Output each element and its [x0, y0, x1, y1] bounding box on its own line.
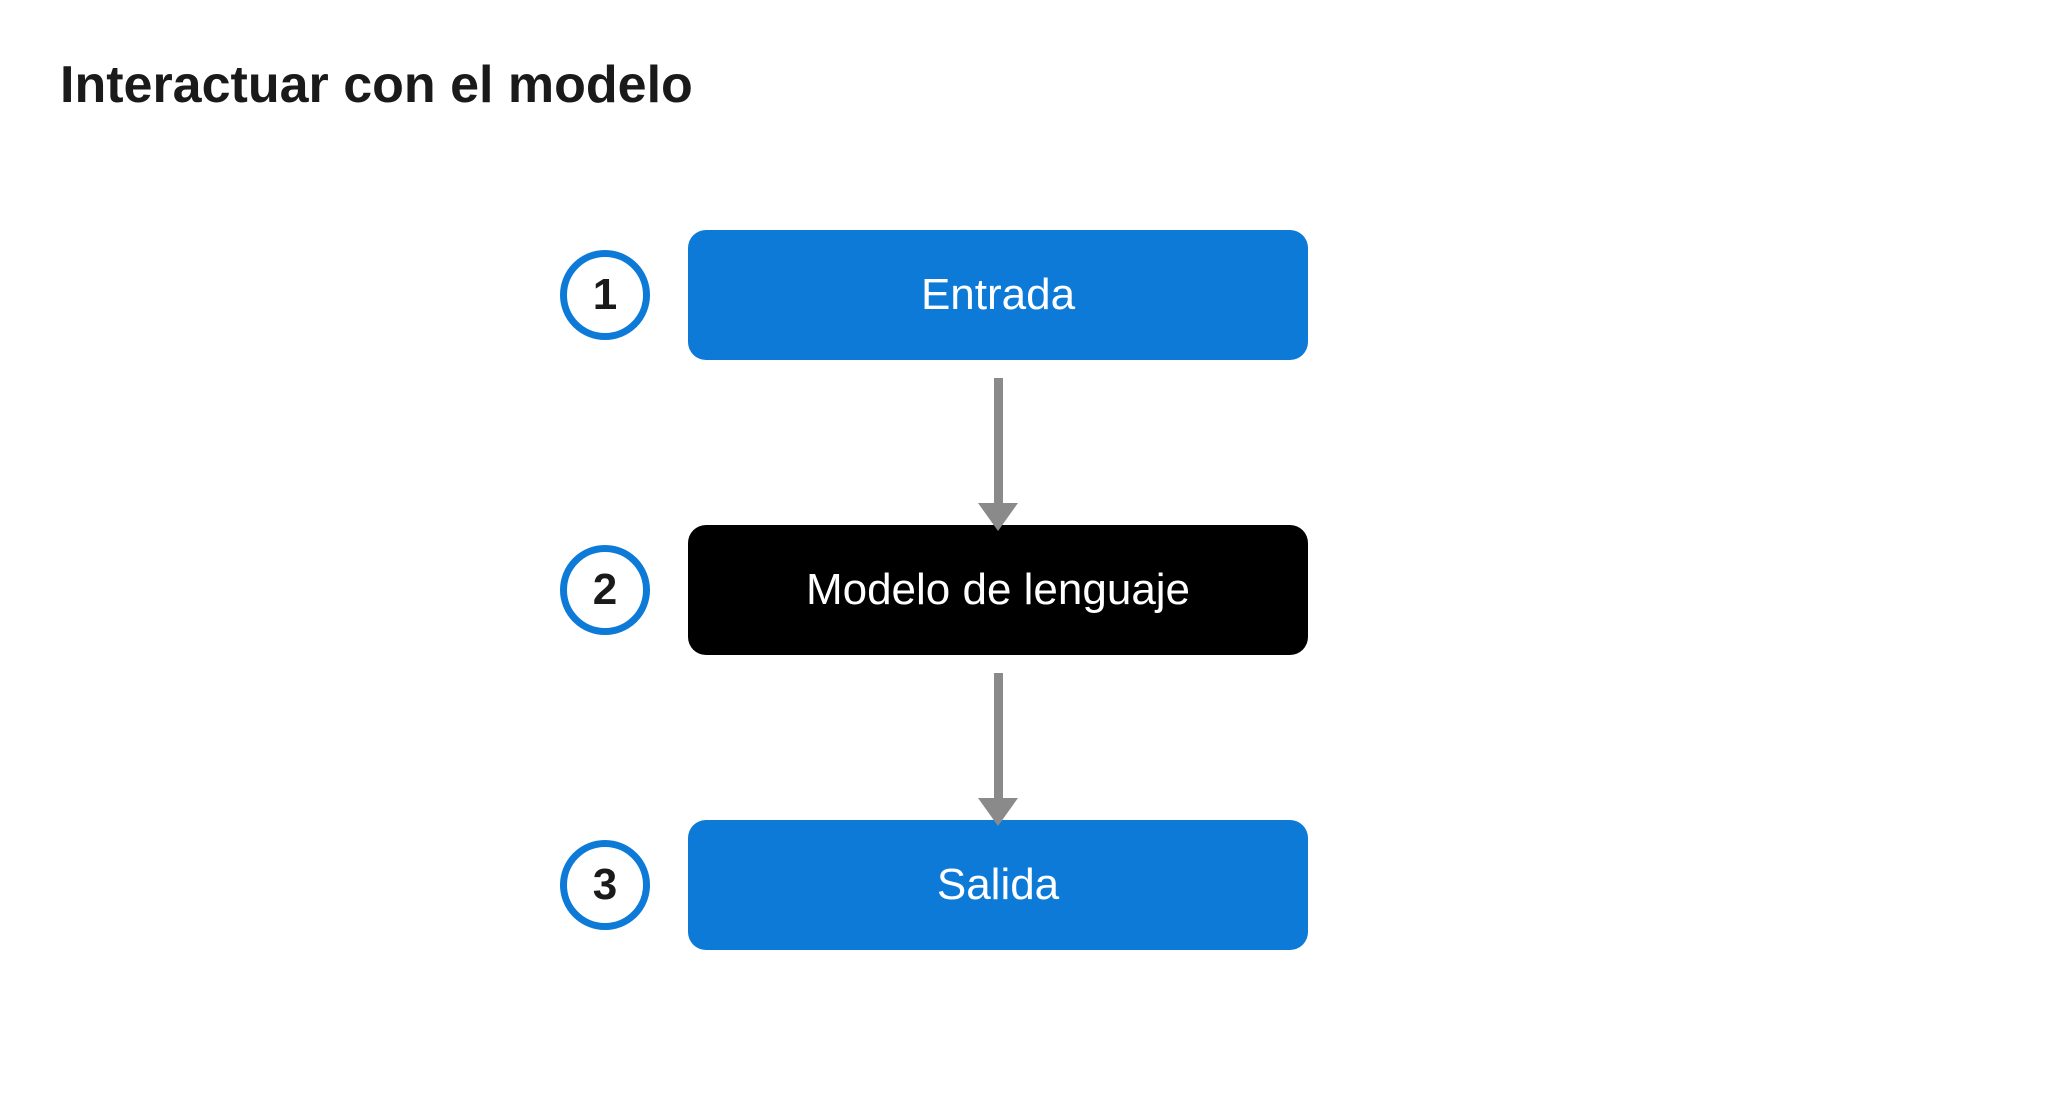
page-title: Interactuar con el modelo [60, 55, 693, 115]
arrow-down-icon [994, 673, 1003, 803]
step-box-salida: Salida [688, 820, 1308, 950]
step-number-3: 3 [560, 840, 650, 930]
step-number-2: 2 [560, 545, 650, 635]
step-row-1: 1 Entrada [560, 230, 1460, 360]
diagram-container: 1 Entrada 2 Modelo de lenguaje 3 Salida [560, 230, 1460, 950]
step-row-3: 3 Salida [560, 820, 1460, 950]
step-number-1: 1 [560, 250, 650, 340]
arrow-1-to-2 [688, 360, 1308, 525]
step-box-entrada: Entrada [688, 230, 1308, 360]
arrow-down-icon [994, 378, 1003, 508]
arrow-2-to-3 [688, 655, 1308, 820]
step-box-modelo: Modelo de lenguaje [688, 525, 1308, 655]
step-row-2: 2 Modelo de lenguaje [560, 525, 1460, 655]
